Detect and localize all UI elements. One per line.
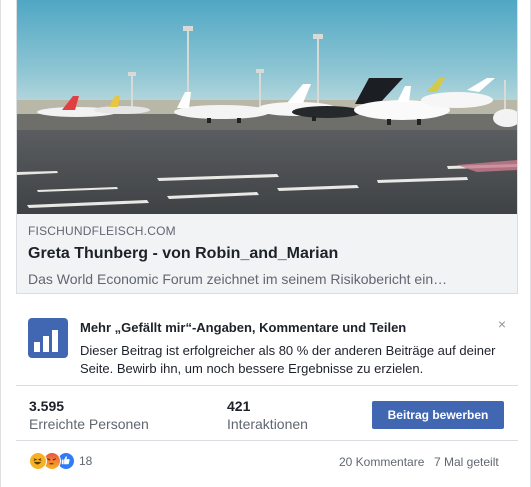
promo-notice: Mehr „Gefällt mir“-Angaben, Kommentare u… (16, 306, 518, 384)
promo-body: Dieser Beitrag ist erfolgreicher als 80 … (80, 343, 496, 376)
post-card: FISCHUNDFLEISCH.COM Greta Thunberg - von… (0, 0, 531, 487)
link-preview[interactable]: FISCHUNDFLEISCH.COM Greta Thunberg - von… (16, 0, 518, 294)
preview-image[interactable] (17, 0, 517, 214)
reactions-summary[interactable]: 18 (29, 452, 92, 470)
shares-link[interactable]: 7 Mal geteilt (434, 455, 499, 469)
reached-label: Erreichte Personen (29, 416, 149, 432)
divider (16, 440, 518, 441)
promo-title: Mehr „Gefällt mir“-Angaben, Kommentare u… (80, 320, 407, 335)
link-meta[interactable]: FISCHUNDFLEISCH.COM Greta Thunberg - von… (17, 214, 517, 293)
comments-link[interactable]: 20 Kommentare (339, 455, 424, 469)
reaction-count: 18 (79, 454, 93, 468)
boost-post-button[interactable]: Beitrag bewerben (372, 401, 504, 429)
haha-icon (29, 452, 47, 470)
chart-growth-icon (28, 318, 68, 358)
airport-jets-photo (17, 0, 517, 214)
link-title[interactable]: Greta Thunberg - von Robin_and_Marian (28, 244, 506, 264)
interactions-label: Interaktionen (227, 416, 308, 432)
interactions-count: 421 (227, 398, 251, 414)
reached-count: 3.595 (29, 398, 65, 414)
link-domain: FISCHUNDFLEISCH.COM (28, 224, 176, 238)
divider (16, 385, 518, 386)
close-icon[interactable]: × (498, 316, 506, 332)
link-description: Das World Economic Forum zeichnet im sei… (28, 271, 448, 287)
